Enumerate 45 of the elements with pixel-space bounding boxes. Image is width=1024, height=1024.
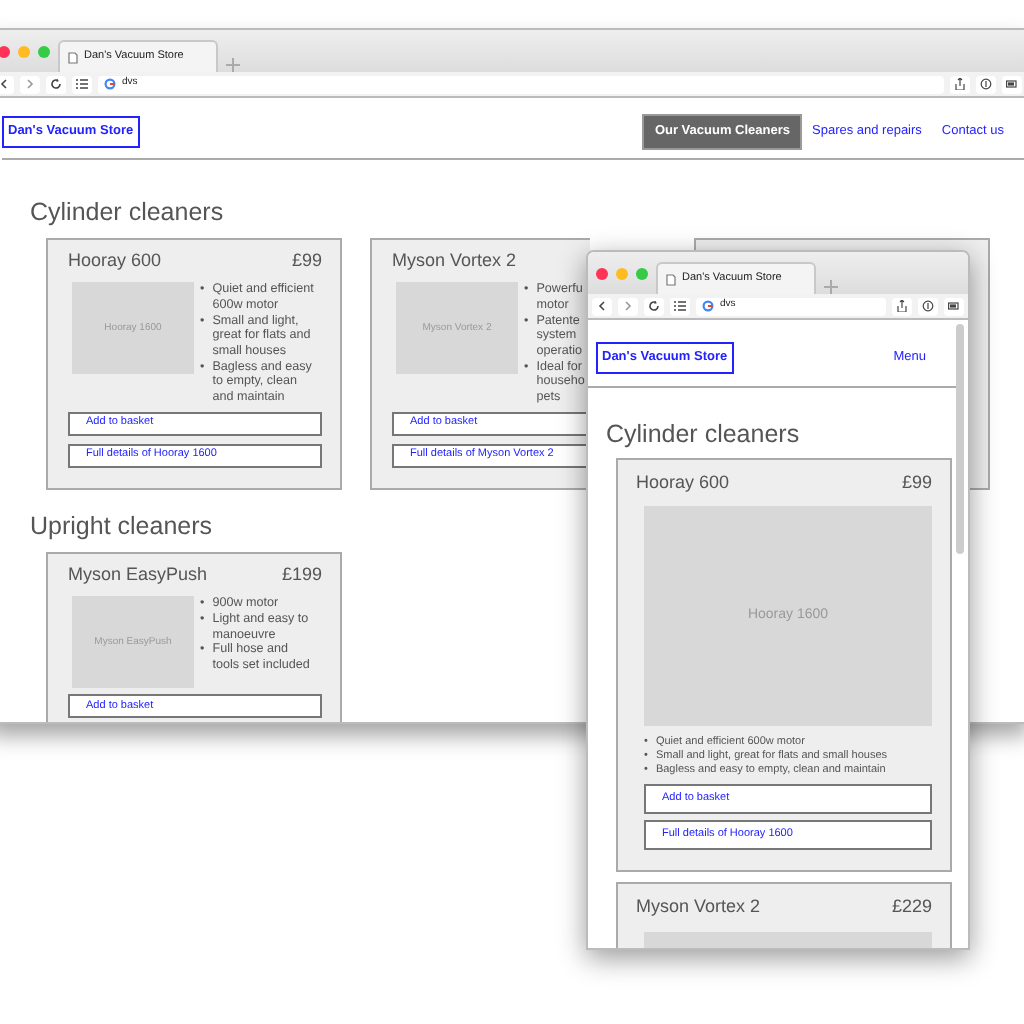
apps-button[interactable] <box>72 75 92 93</box>
share-icon[interactable] <box>954 78 966 90</box>
scrollbar[interactable] <box>956 324 964 554</box>
back-icon[interactable] <box>0 78 10 90</box>
apps-button[interactable] <box>670 297 690 315</box>
info-button[interactable] <box>976 75 996 93</box>
section-heading: Upright cleaners <box>30 511 215 542</box>
share-button[interactable] <box>950 75 970 93</box>
info-button[interactable] <box>918 297 938 315</box>
share-button[interactable] <box>892 297 912 315</box>
product-price: £99 <box>901 469 932 496</box>
page-icon <box>68 51 78 63</box>
product-price: £99 <box>291 247 322 274</box>
back-button[interactable] <box>0 75 14 93</box>
reload-icon[interactable] <box>50 78 62 90</box>
share-icon[interactable] <box>896 300 908 312</box>
battery-button[interactable] <box>944 297 964 315</box>
info-icon[interactable] <box>980 78 992 90</box>
product-price: £229 <box>891 894 932 921</box>
forward-icon[interactable] <box>24 78 36 90</box>
list-icon[interactable] <box>76 78 88 90</box>
close-icon[interactable] <box>596 267 608 279</box>
product-name: Myson Vortex 2 <box>636 894 761 921</box>
product-name: Myson Vortex 2 <box>392 247 517 274</box>
google-icon <box>104 78 116 90</box>
battery-button[interactable] <box>1002 75 1022 93</box>
product-name: Myson EasyPush <box>68 561 208 588</box>
section-heading: Cylinder cleaners <box>30 197 226 228</box>
forward-icon[interactable] <box>622 300 634 312</box>
reload-button[interactable] <box>46 75 66 93</box>
back-icon[interactable] <box>596 300 608 312</box>
reload-icon[interactable] <box>648 300 660 312</box>
close-icon[interactable] <box>0 45 10 57</box>
page-icon <box>666 273 676 285</box>
battery-icon[interactable] <box>948 300 960 312</box>
product-name: Hooray 600 <box>68 247 162 274</box>
list-icon[interactable] <box>674 300 686 312</box>
battery-icon[interactable] <box>1006 78 1018 90</box>
reload-button[interactable] <box>644 297 664 315</box>
product-name: Hooray 600 <box>636 469 730 496</box>
section-heading: Cylinder cleaners <box>606 419 802 450</box>
info-icon[interactable] <box>922 300 934 312</box>
back-button[interactable] <box>592 297 612 315</box>
google-icon <box>702 300 714 312</box>
product-price: £199 <box>281 561 322 588</box>
